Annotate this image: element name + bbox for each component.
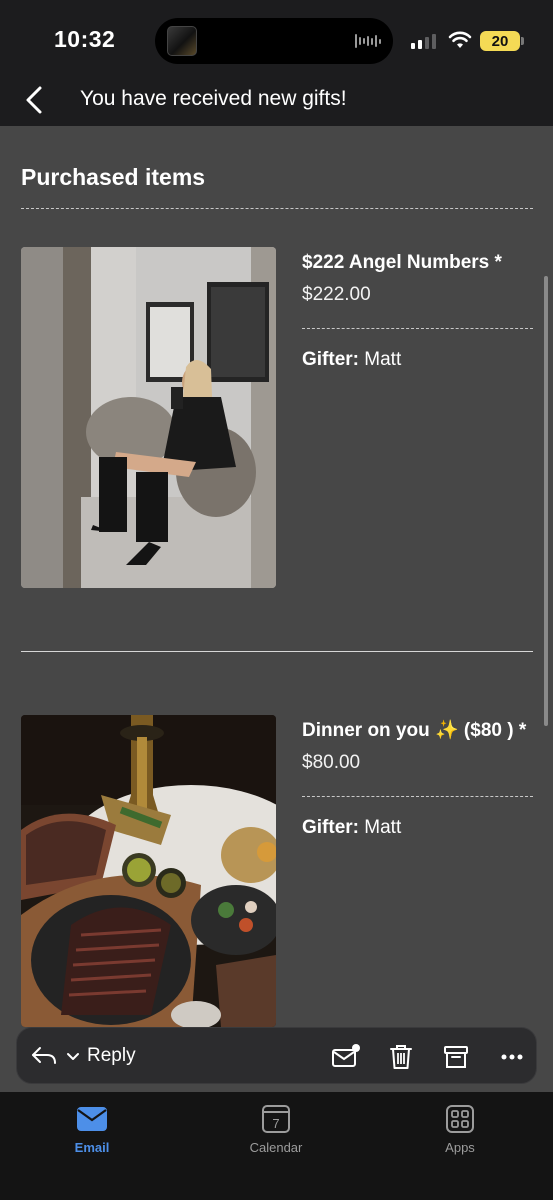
dynamic-island[interactable] (155, 18, 393, 64)
back-chevron-icon[interactable] (22, 84, 52, 116)
battery-cap (521, 37, 524, 45)
tab-label: Calendar (249, 1140, 303, 1155)
reply-label: Reply (87, 1045, 136, 1066)
gifter-label: Gifter: (302, 817, 359, 838)
item-details: $222 Angel Numbers * $222.00 Gifter: Mat… (302, 247, 533, 371)
tab-apps[interactable]: Apps (405, 1104, 515, 1155)
gifter-line: Gifter: Matt (302, 349, 533, 371)
item-image-steak-dinner[interactable] (21, 715, 276, 1027)
steak-dinner-photo (21, 715, 276, 1027)
email-body[interactable]: Purchased items $222 Angel Numbers * $22… (0, 126, 553, 1100)
battery-indicator: 20 (480, 31, 520, 51)
item-name: Dinner on you ✨ ($80 ) * (302, 720, 527, 741)
item-name: $222 Angel Numbers * (302, 252, 502, 273)
mark-unread-icon[interactable] (330, 1042, 360, 1072)
tab-label: Email (74, 1140, 110, 1155)
wifi-icon (448, 31, 472, 48)
reply-arrow-icon (32, 1047, 56, 1064)
gifter-name: Matt (364, 817, 402, 838)
trash-icon[interactable] (386, 1042, 416, 1072)
calendar-date: 7 (272, 1116, 279, 1131)
gifter-label: Gifter: (302, 349, 359, 370)
envelope-icon (77, 1107, 107, 1131)
cellular-signal-icon (411, 33, 436, 49)
item-price: $80.00 (302, 752, 361, 773)
item-details: Dinner on you ✨ ($80 ) * $80.00 Gifter: … (302, 715, 533, 839)
item-price: $222.00 (302, 284, 371, 305)
reply-button[interactable]: Reply (31, 1042, 136, 1070)
item-image-mirror-selfie[interactable] (21, 247, 276, 588)
status-bar: 10:32 20 (0, 0, 553, 80)
dashed-divider (302, 796, 533, 797)
more-options-icon[interactable] (497, 1042, 527, 1072)
mirror-selfie-photo (21, 247, 276, 588)
gifter-line: Gifter: Matt (302, 817, 533, 839)
apps-grid-icon (446, 1105, 474, 1133)
chevron-down-icon[interactable] (65, 1050, 81, 1062)
audio-waveform-icon (355, 32, 381, 50)
tab-email[interactable]: Email (37, 1104, 147, 1155)
section-title: Purchased items (21, 164, 206, 190)
dashed-divider (21, 208, 533, 209)
dashed-divider (302, 328, 533, 329)
scrollbar[interactable] (544, 276, 548, 726)
email-subject: You have received new gifts! (80, 87, 347, 110)
now-playing-artwork (167, 26, 197, 56)
gifter-name: Matt (364, 349, 402, 370)
email-header: You have received new gifts! (0, 80, 553, 126)
tab-calendar[interactable]: 7 Calendar (221, 1104, 331, 1155)
bottom-tab-bar: Email 7 Calendar Apps (0, 1092, 553, 1200)
calendar-icon: 7 (262, 1105, 290, 1133)
message-action-bar: Reply (16, 1027, 537, 1084)
status-time: 10:32 (54, 26, 116, 52)
tab-label: Apps (445, 1140, 475, 1155)
archive-icon[interactable] (441, 1042, 471, 1072)
item-separator (21, 651, 533, 652)
